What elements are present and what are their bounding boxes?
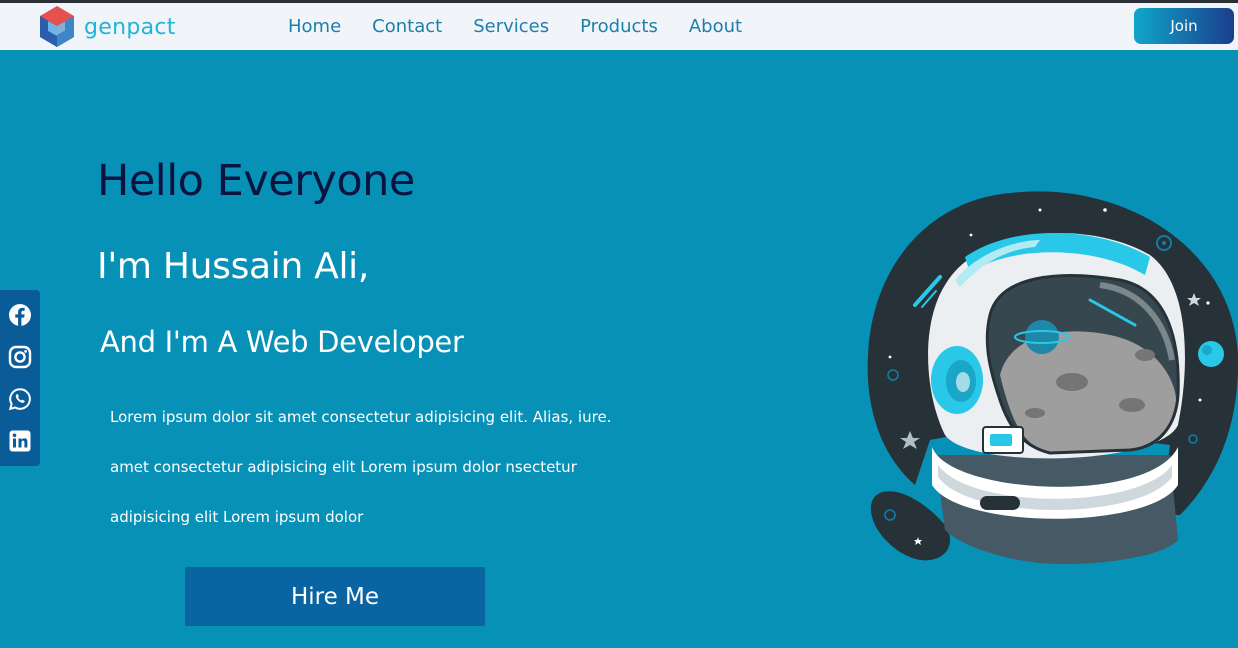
hero-name: I'm Hussain Ali, bbox=[97, 246, 370, 287]
whatsapp-icon[interactable] bbox=[8, 387, 32, 411]
navbar: genpact Home Contact Services Products A… bbox=[0, 3, 1238, 50]
hero-text-line-2: amet consectetur adipisicing elit Lorem … bbox=[110, 458, 577, 476]
nav-menu: Home Contact Services Products About bbox=[288, 3, 773, 50]
nav-services[interactable]: Services bbox=[473, 16, 549, 37]
instagram-icon[interactable] bbox=[8, 345, 32, 369]
brand-name: genpact bbox=[84, 14, 176, 40]
join-button[interactable]: Join bbox=[1134, 8, 1234, 44]
logo[interactable]: genpact bbox=[38, 4, 176, 50]
linkedin-icon[interactable] bbox=[8, 429, 32, 453]
page: genpact Home Contact Services Products A… bbox=[0, 0, 1238, 648]
social-sidebar bbox=[0, 290, 40, 466]
hero-greeting: Hello Everyone bbox=[97, 156, 415, 206]
nav-home[interactable]: Home bbox=[288, 16, 341, 37]
genpact-logo-icon bbox=[40, 6, 74, 47]
hero-role: And I'm A Web Developer bbox=[100, 325, 464, 359]
hero-text-line-3: adipisicing elit Lorem ipsum dolor bbox=[110, 508, 364, 526]
nav-products[interactable]: Products bbox=[580, 16, 658, 37]
hero-text-line-1: Lorem ipsum dolor sit amet consectetur a… bbox=[110, 408, 612, 426]
facebook-icon[interactable] bbox=[8, 303, 32, 327]
hire-me-button[interactable]: Hire Me bbox=[185, 567, 485, 626]
nav-contact[interactable]: Contact bbox=[372, 16, 442, 37]
nav-about[interactable]: About bbox=[689, 16, 742, 37]
astronaut-helmet-illustration bbox=[867, 191, 1238, 565]
